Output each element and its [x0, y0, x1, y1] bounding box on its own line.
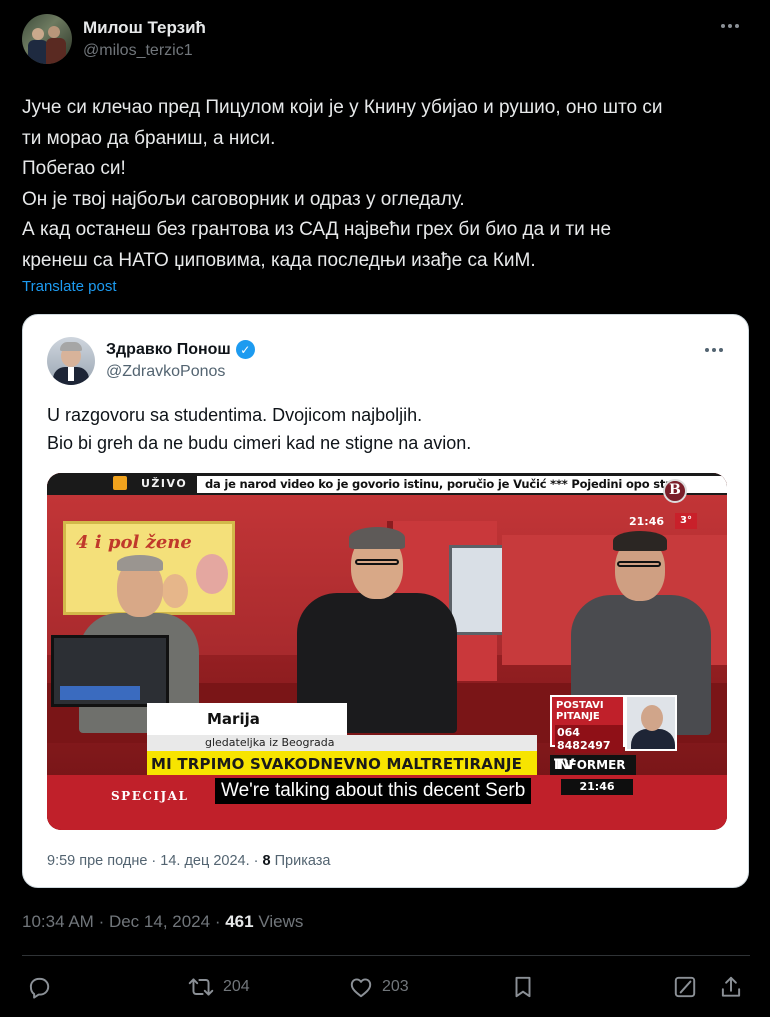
headline-bar: MI TRPIMO SVAKODNEVNO MALTRETIRANJE: [147, 751, 537, 775]
quoted-text-line: Bio bi greh da ne budu cimeri kad ne sti…: [47, 433, 472, 453]
quoted-author-handle[interactable]: @ZdravkoPonos: [106, 363, 225, 381]
verified-badge-icon: ✓: [235, 340, 255, 359]
like-button[interactable]: 203: [348, 974, 409, 1000]
grok-icon: [674, 976, 696, 998]
studio-monitor: [51, 635, 169, 707]
quoted-author-name-row[interactable]: Здравко Понош ✓: [106, 340, 255, 359]
translate-post-link[interactable]: Translate post: [22, 278, 117, 295]
quoted-time[interactable]: 9:59 пре подне: [47, 853, 147, 869]
caller-subtitle-bar: gledateljka iz Beograda: [147, 735, 537, 751]
post-text-line: ти морао да браниш, а ниси.: [22, 127, 276, 149]
post-text: Јуче си клечао пред Пицулом који је у Кн…: [22, 93, 752, 276]
news-ticker: UŽIVO da je narod video ko je govorio is…: [47, 473, 727, 495]
postavi-pitanje-box: POSTAVI PITANJE 064 8482497: [550, 695, 625, 753]
post-text-line: кренеш са НАТО џиповима, када последњи и…: [22, 249, 536, 271]
share-icon: [721, 976, 741, 997]
quoted-date[interactable]: 14. дец 2024.: [160, 853, 249, 869]
guest-center: [297, 523, 457, 733]
more-options-icon[interactable]: [718, 16, 742, 36]
quoted-text-line: U razgovoru sa studentima. Dvojicom najb…: [47, 405, 423, 425]
video-temperature: 3°: [675, 513, 697, 529]
reply-button[interactable]: [26, 974, 52, 1000]
video-clock: 21:46: [629, 515, 665, 528]
quoted-views-label: Приказа: [274, 853, 331, 869]
quoted-author-avatar[interactable]: [47, 337, 95, 385]
caller-subtitle: gledateljka iz Beograda: [205, 736, 335, 749]
quoted-views-count: 8: [262, 853, 271, 869]
postavi-label: POSTAVI PITANJE: [556, 700, 604, 722]
repost-button[interactable]: 204: [187, 974, 250, 1000]
author-avatar[interactable]: [22, 14, 72, 64]
channel-label: INFORMER TV: [550, 755, 636, 775]
caller-name: Marija: [207, 710, 260, 728]
quoted-post-meta: 9:59 пре подне · 14. дец 2024. · 8 Прика…: [47, 853, 331, 869]
post-date[interactable]: Dec 14, 2024: [109, 912, 210, 931]
post-text-line: Побегао си!: [22, 158, 126, 179]
grok-button[interactable]: [672, 974, 698, 1000]
post-author-header: Милош Терзић @milos_terzic1: [22, 14, 742, 66]
ticker-text: da je narod video ko je govorio istinu, …: [205, 477, 679, 491]
author-handle[interactable]: @milos_terzic1: [83, 42, 193, 60]
bookmark-button[interactable]: [510, 974, 536, 1000]
quoted-video-media[interactable]: 4 i pol žene UŽIVO da je narod video ko …: [47, 473, 727, 830]
phone-number: 064 8482497: [555, 725, 623, 753]
lower-clock: 21:46: [561, 779, 633, 795]
like-count: 203: [382, 978, 409, 995]
caller-name-bar: Marija: [147, 703, 347, 735]
picture-in-picture: [625, 695, 677, 751]
quoted-more-options-icon[interactable]: [702, 343, 726, 357]
channel-logo-icon: [113, 476, 127, 490]
bookmark-icon: [515, 976, 531, 998]
post-meta: 10:34 AM · Dec 14, 2024 · 461 Views: [22, 912, 304, 931]
guest-right: [567, 523, 717, 735]
post-text-line: Јуче си клечао пред Пицулом који је у Кн…: [22, 97, 663, 118]
reply-icon: [29, 977, 50, 999]
caption-text: We're talking about this decent Serb: [221, 780, 526, 801]
author-name[interactable]: Милош Терзић: [83, 18, 206, 38]
like-icon: [350, 978, 372, 998]
video-caption: We're talking about this decent Serb: [215, 778, 532, 804]
channel-tv: TV: [554, 757, 575, 773]
quoted-post-card[interactable]: Здравко Понош ✓ @ZdravkoPonos U razgovor…: [22, 314, 749, 888]
repost-icon: [188, 978, 214, 996]
studio-b-badge-icon: B: [663, 479, 687, 503]
segment-label: SPECIJAL: [111, 789, 189, 803]
action-bar: 204 203: [22, 970, 750, 1004]
live-label: UŽIVO: [141, 477, 188, 490]
headline-text: MI TRPIMO SVAKODNEVNO MALTRETIRANJE: [151, 755, 523, 773]
post-time[interactable]: 10:34 AM: [22, 912, 94, 931]
divider: [22, 955, 750, 956]
post-text-line: А кад останеш без грантова из САД највећ…: [22, 219, 612, 240]
quoted-author-name[interactable]: Здравко Понош: [106, 341, 231, 359]
repost-count: 204: [223, 978, 250, 995]
share-button[interactable]: [718, 974, 744, 1000]
post-text-line: Он је твој најбољи саговорник и одраз у …: [22, 188, 465, 210]
views-count: 461: [225, 912, 254, 931]
quoted-post-text: U razgovoru sa studentima. Dvojicom najb…: [47, 401, 471, 457]
views-label: Views: [258, 912, 304, 931]
